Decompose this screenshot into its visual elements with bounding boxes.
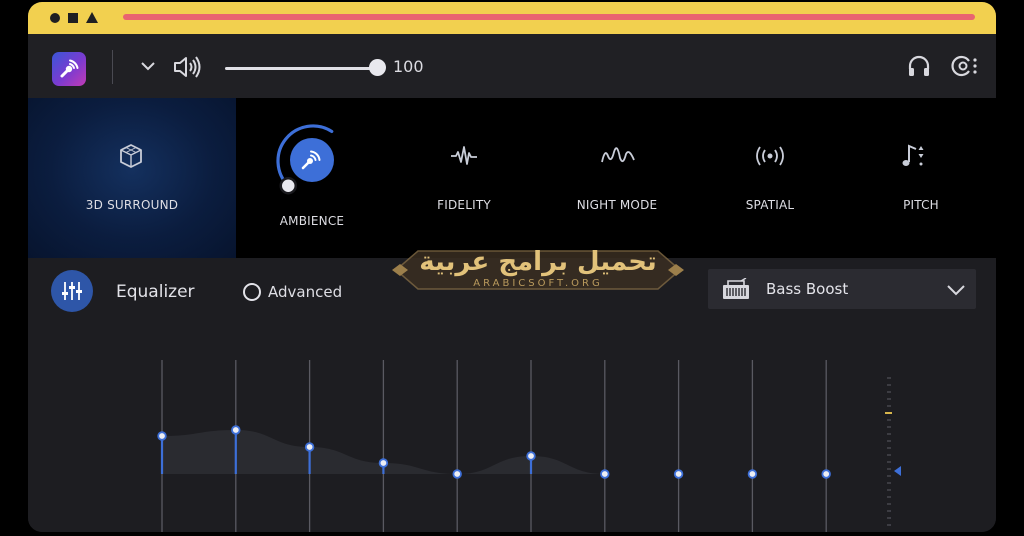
ambience-waves-icon <box>290 138 334 182</box>
top-bar: 100 <box>28 34 996 98</box>
cube-icon <box>117 142 145 174</box>
effects-row: 3D SURROUND AMBIENCE FIDELITY NIGHT MODE… <box>28 98 996 258</box>
volume-value: 100 <box>393 57 424 76</box>
effect-label: NIGHT MODE <box>576 198 658 212</box>
effect-label: 3D SURROUND <box>85 198 179 212</box>
boombox-icon <box>722 277 750 304</box>
watermark-text: تحميل برامج عربية <box>419 247 657 277</box>
watermark-subtext: ARABICSOFT.ORG <box>473 278 603 289</box>
eq-band-handle <box>526 451 536 461</box>
wave-icon <box>601 144 635 172</box>
volume-slider-track[interactable] <box>225 67 377 70</box>
app-window: 100 3D SURROUND AMBIENCE FIDELITY NIGHT … <box>28 2 996 532</box>
effect-label: FIDELITY <box>437 198 491 212</box>
eq-band-handle <box>231 425 241 435</box>
preset-label: Bass Boost <box>766 280 849 298</box>
effect-label: AMBIENCE <box>279 214 345 228</box>
music-note-icon <box>900 142 928 174</box>
equalizer-title: Equalizer <box>116 282 195 302</box>
chevron-down-icon[interactable] <box>140 58 156 78</box>
effect-label: SPATIAL <box>745 198 795 212</box>
eq-band-handle <box>821 469 831 479</box>
effect-night-mode[interactable]: NIGHT MODE <box>540 98 694 258</box>
square-control-icon[interactable] <box>68 13 78 23</box>
speaker-icon[interactable] <box>172 54 202 84</box>
eq-band-handle <box>157 431 167 441</box>
level-meter <box>885 377 901 526</box>
chevron-down-icon[interactable] <box>946 282 966 301</box>
equalizer-panel: Equalizer Advanced Bass Boost <box>28 258 996 532</box>
eq-band-handle <box>378 458 389 468</box>
window-title-bar <box>28 2 996 34</box>
equalizer-graph[interactable] <box>28 348 996 532</box>
circle-control-icon[interactable] <box>50 13 60 23</box>
eq-curve-area <box>162 430 827 474</box>
effect-pitch[interactable]: PITCH <box>846 98 996 258</box>
toolbar-divider <box>112 50 113 84</box>
watermark: تحميل برامج عربية ARABICSOFT.ORG <box>388 245 688 295</box>
sound-waves-icon[interactable] <box>52 52 86 86</box>
eq-band-handle <box>673 469 684 479</box>
preset-dropdown[interactable]: Bass Boost <box>708 269 976 309</box>
waveform-icon <box>450 144 478 172</box>
radiating-speaker-icon <box>753 144 787 172</box>
effect-ambience[interactable]: AMBIENCE <box>236 98 388 258</box>
eq-band-handle <box>304 442 315 452</box>
equalizer-sliders-icon[interactable] <box>51 270 93 312</box>
advanced-radio[interactable] <box>243 283 261 301</box>
effect-fidelity[interactable]: FIDELITY <box>388 98 540 258</box>
volume-slider-knob[interactable] <box>368 59 386 76</box>
eq-band-handle <box>747 469 758 479</box>
eq-band-handle <box>600 469 610 479</box>
triangle-control-icon[interactable] <box>86 12 98 23</box>
headphones-icon[interactable] <box>906 53 932 83</box>
title-progress-bar <box>123 14 975 20</box>
effect-spatial[interactable]: SPATIAL <box>694 98 846 258</box>
effect-label: PITCH <box>903 198 939 212</box>
advanced-label[interactable]: Advanced <box>268 283 342 301</box>
meter-pointer-icon <box>894 466 901 476</box>
eq-band-handle <box>452 469 462 479</box>
settings-icon[interactable] <box>950 53 978 83</box>
effect-3d-surround[interactable]: 3D SURROUND <box>28 98 236 258</box>
